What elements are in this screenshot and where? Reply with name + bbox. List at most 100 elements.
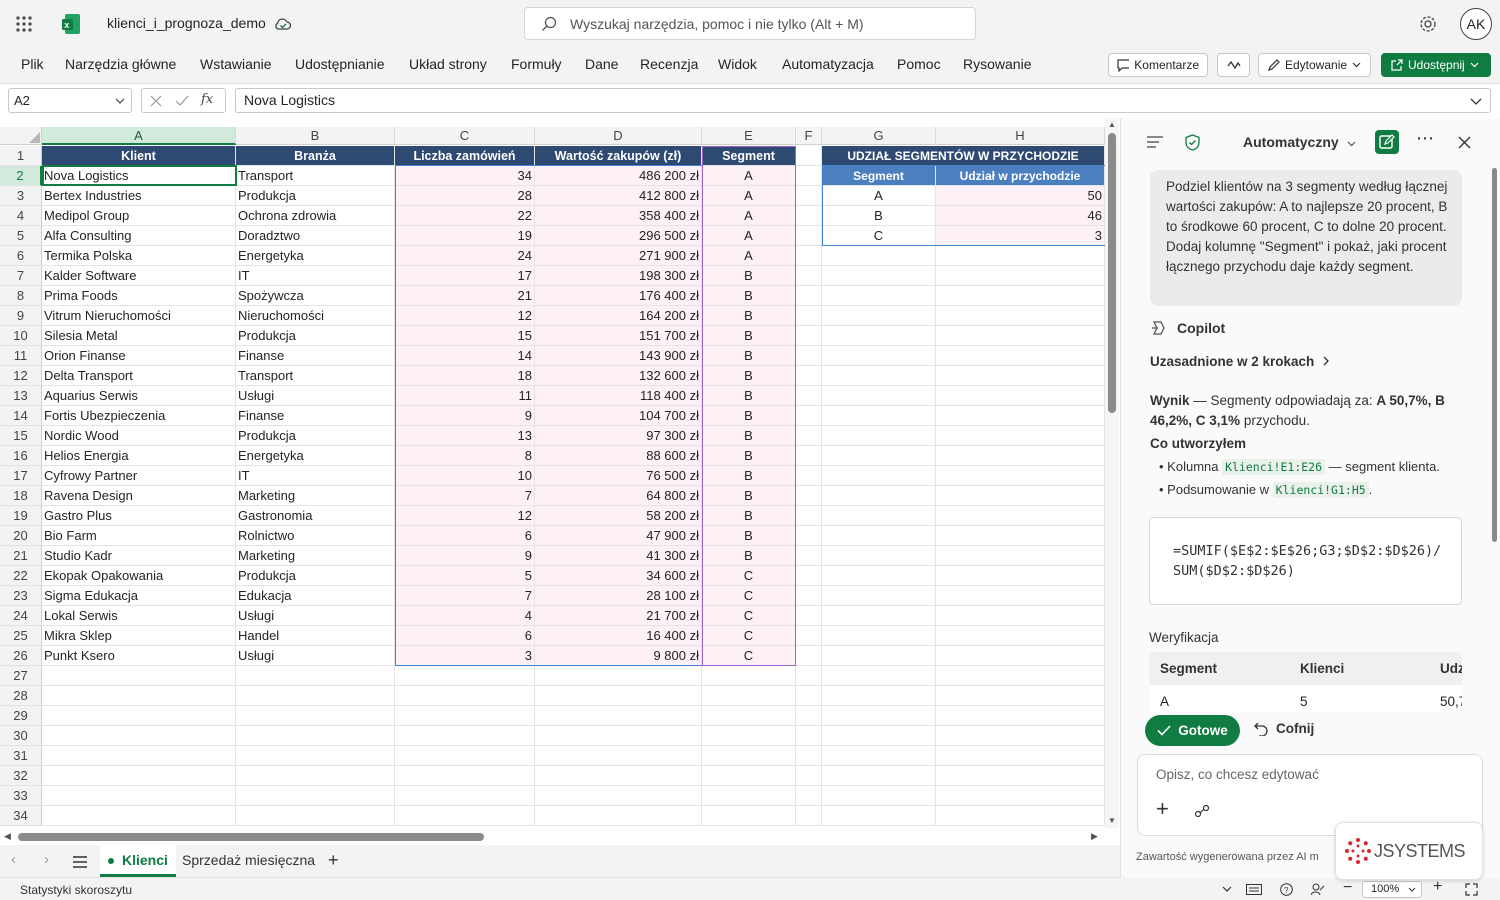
display-settings-icon[interactable] (1246, 884, 1262, 895)
column-header-b[interactable]: B (236, 127, 395, 145)
empty-cell[interactable] (796, 686, 822, 706)
empty-cell[interactable] (796, 506, 822, 526)
name-box[interactable]: A2 (8, 88, 132, 113)
select-all-corner[interactable] (0, 127, 42, 145)
row-header[interactable]: 12 (0, 366, 42, 386)
empty-cell[interactable] (796, 746, 822, 766)
empty-cell[interactable] (796, 526, 822, 546)
new-chat-button[interactable] (1375, 130, 1399, 154)
empty-cell[interactable] (936, 786, 1105, 806)
industry-cell[interactable]: Spożywcza (236, 286, 395, 306)
add-sheet-icon[interactable]: + (328, 851, 339, 869)
mode-dropdown[interactable]: Automatyczny (1243, 134, 1356, 150)
empty-cell[interactable] (796, 766, 822, 786)
row-header[interactable]: 15 (0, 426, 42, 446)
client-name-cell[interactable]: Lokal Serwis (42, 606, 236, 626)
formula-input[interactable]: Nova Logistics (235, 88, 1491, 113)
client-name-cell[interactable]: Sigma Edukacja (42, 586, 236, 606)
empty-cell[interactable] (796, 386, 822, 406)
empty-cell[interactable] (822, 526, 936, 546)
empty-cell[interactable] (702, 766, 796, 786)
column-header-f[interactable]: F (796, 127, 822, 145)
client-name-cell[interactable]: Ekopak Opakowania (42, 566, 236, 586)
client-name-cell[interactable]: Vitrum Nieruchomości (42, 306, 236, 326)
menu-pomoc[interactable]: Pomoc (897, 56, 941, 72)
empty-cell[interactable] (796, 626, 822, 646)
industry-cell[interactable]: Usługi (236, 386, 395, 406)
empty-cell[interactable] (395, 706, 535, 726)
menu-wstawianie[interactable]: Wstawianie (200, 56, 272, 72)
empty-cell[interactable] (936, 686, 1105, 706)
industry-cell[interactable]: Rolnictwo (236, 526, 395, 546)
empty-cell[interactable] (535, 666, 702, 686)
insert-function-icon[interactable]: fx (201, 92, 213, 107)
empty-cell[interactable] (42, 746, 236, 766)
empty-cell[interactable] (936, 646, 1105, 666)
empty-cell[interactable] (822, 466, 936, 486)
empty-cell[interactable] (936, 466, 1105, 486)
user-avatar[interactable]: AK (1460, 8, 1492, 40)
menu-lines-icon[interactable] (1147, 136, 1163, 148)
horizontal-scrollbar[interactable]: ◀ ▶ (0, 828, 1105, 845)
scroll-left-icon[interactable]: ◀ (4, 831, 11, 842)
row-header[interactable]: 3 (0, 186, 42, 206)
empty-cell[interactable] (796, 666, 822, 686)
empty-cell[interactable] (796, 266, 822, 286)
row-header[interactable]: 4 (0, 206, 42, 226)
industry-cell[interactable]: Marketing (236, 546, 395, 566)
empty-cell[interactable] (936, 306, 1105, 326)
reasoning-steps-link[interactable]: Uzasadnione w 2 krokach (1150, 354, 1330, 369)
empty-cell[interactable] (796, 186, 822, 206)
industry-cell[interactable]: Doradztwo (236, 226, 395, 246)
empty-cell[interactable] (822, 626, 936, 646)
empty-cell[interactable] (822, 406, 936, 426)
empty-cell[interactable] (535, 806, 702, 826)
empty-cell[interactable] (936, 626, 1105, 646)
empty-cell[interactable] (936, 266, 1105, 286)
empty-cell[interactable] (395, 806, 535, 826)
empty-cell[interactable] (395, 726, 535, 746)
empty-cell[interactable] (236, 686, 395, 706)
client-name-cell[interactable]: Aquarius Serwis (42, 386, 236, 406)
fullscreen-icon[interactable] (1465, 883, 1478, 896)
empty-cell[interactable] (822, 506, 936, 526)
empty-cell[interactable] (796, 286, 822, 306)
empty-cell[interactable] (822, 486, 936, 506)
client-name-cell[interactable]: Bio Farm (42, 526, 236, 546)
industry-cell[interactable]: Transport (236, 366, 395, 386)
header-branza[interactable]: Branża (236, 146, 395, 166)
industry-cell[interactable]: IT (236, 266, 395, 286)
zoom-level[interactable]: 100% (1362, 881, 1422, 898)
empty-cell[interactable] (42, 786, 236, 806)
empty-cell[interactable] (796, 446, 822, 466)
empty-cell[interactable] (936, 766, 1105, 786)
workbook-statistics[interactable]: Statystyki skoroszytu (20, 883, 132, 897)
search-box[interactable]: Wyszukaj narzędzia, pomoc i nie tylko (A… (524, 7, 976, 40)
empty-cell[interactable] (395, 686, 535, 706)
client-name-cell[interactable]: Kalder Software (42, 266, 236, 286)
vertical-scrollbar[interactable]: ▲ ▼ (1105, 118, 1119, 828)
industry-cell[interactable]: Nieruchomości (236, 306, 395, 326)
client-name-cell[interactable]: Mikra Sklep (42, 626, 236, 646)
empty-cell[interactable] (796, 546, 822, 566)
industry-cell[interactable]: Usługi (236, 646, 395, 666)
empty-cell[interactable] (535, 686, 702, 706)
industry-cell[interactable]: Finanse (236, 406, 395, 426)
row-header[interactable]: 6 (0, 246, 42, 266)
row-header[interactable]: 31 (0, 746, 42, 766)
empty-cell[interactable] (796, 366, 822, 386)
industry-cell[interactable]: Energetyka (236, 246, 395, 266)
empty-cell[interactable] (796, 166, 822, 186)
empty-cell[interactable] (796, 326, 822, 346)
empty-cell[interactable] (936, 246, 1105, 266)
app-launcher-icon[interactable] (16, 16, 32, 32)
client-name-cell[interactable]: Termika Polska (42, 246, 236, 266)
client-name-cell[interactable]: Nordic Wood (42, 426, 236, 446)
row-header[interactable]: 14 (0, 406, 42, 426)
empty-cell[interactable] (796, 406, 822, 426)
industry-cell[interactable]: Produkcja (236, 566, 395, 586)
empty-cell[interactable] (702, 806, 796, 826)
empty-cell[interactable] (42, 706, 236, 726)
empty-cell[interactable] (936, 706, 1105, 726)
industry-cell[interactable]: Produkcja (236, 426, 395, 446)
